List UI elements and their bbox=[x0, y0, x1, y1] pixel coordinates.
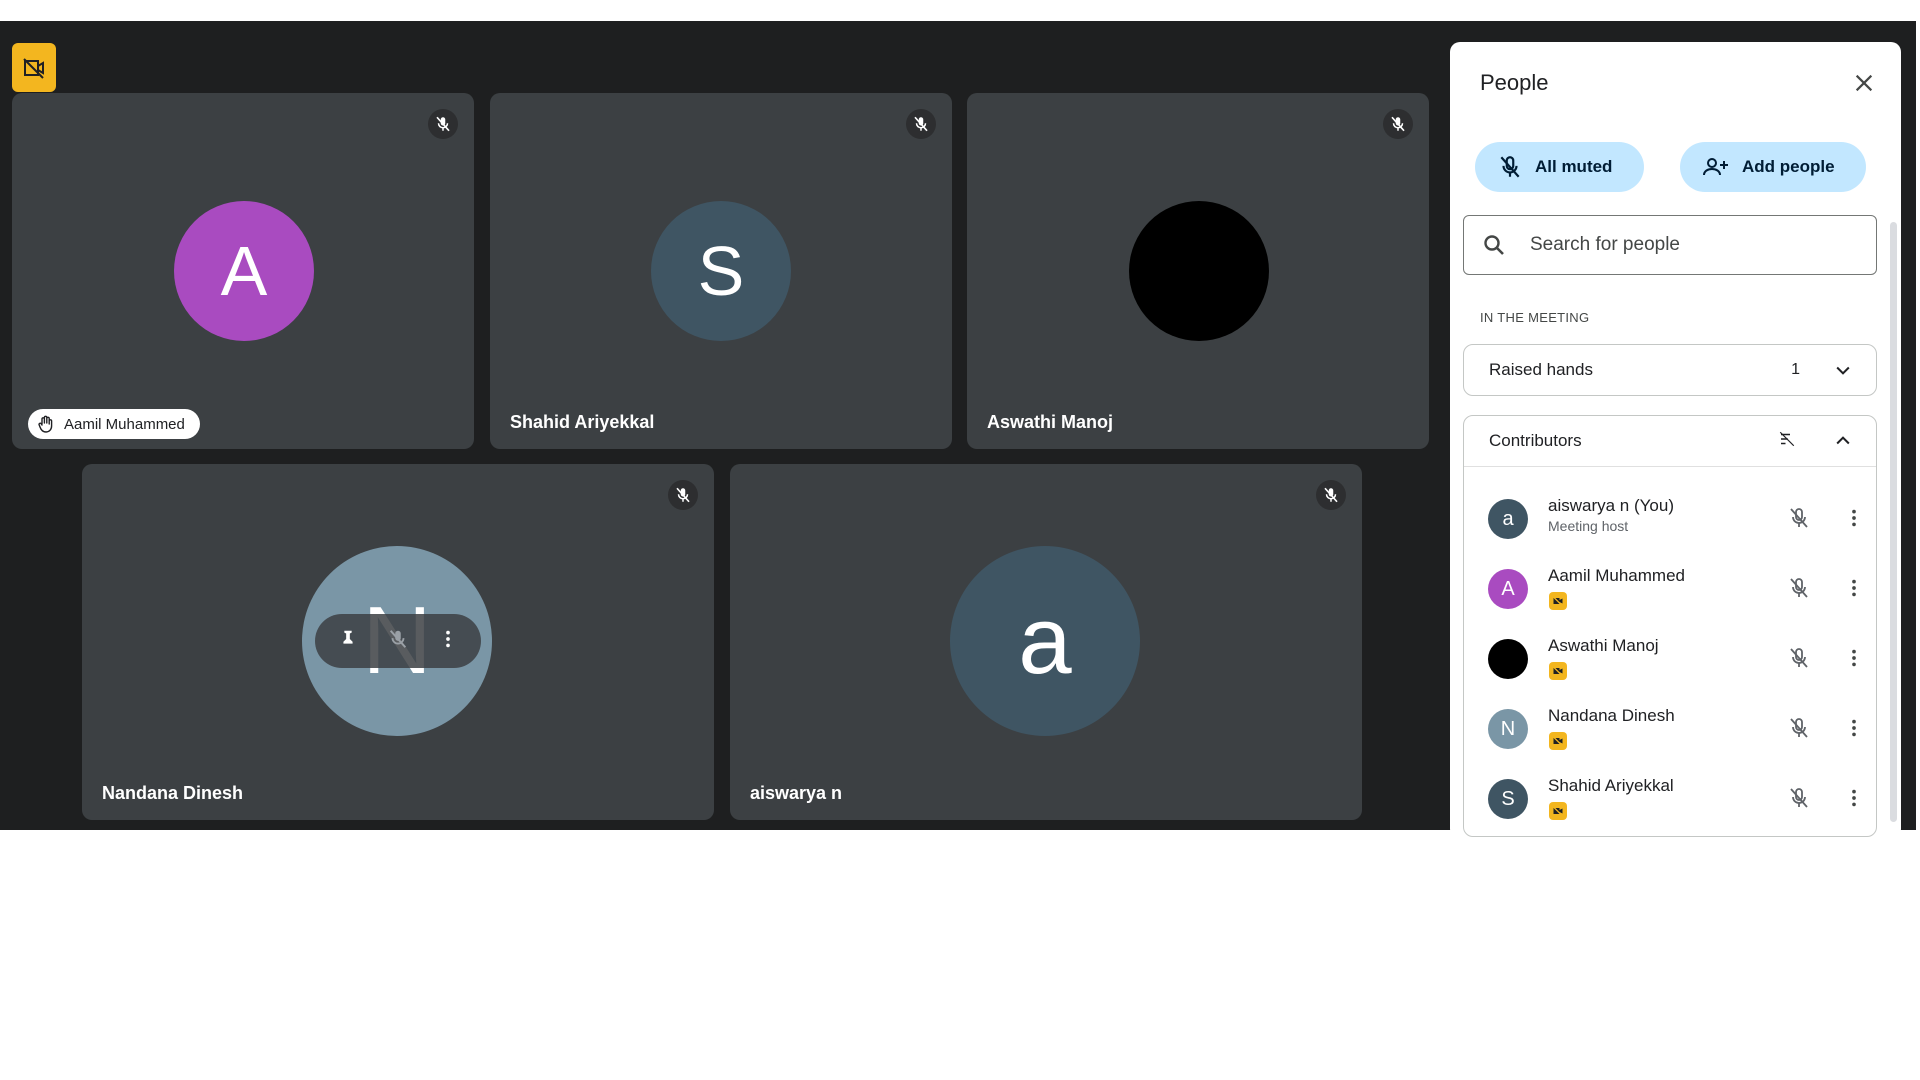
mic-off-icon bbox=[1383, 109, 1413, 139]
participant-name: Shahid Ariyekkal bbox=[1548, 776, 1674, 795]
avatar-initial: a bbox=[1018, 587, 1072, 694]
raised-hands-count: 1 bbox=[1791, 361, 1800, 378]
close-icon[interactable] bbox=[1849, 68, 1879, 98]
all-muted-button[interactable]: All muted bbox=[1475, 142, 1644, 192]
participant-name: Nandana Dinesh bbox=[1548, 706, 1675, 725]
mic-off-icon bbox=[1500, 156, 1520, 178]
participant-tile[interactable]: N Nandana Dinesh bbox=[82, 464, 714, 820]
more-options-icon[interactable] bbox=[1838, 572, 1870, 604]
search-box[interactable] bbox=[1463, 215, 1877, 275]
avatar-initial: N bbox=[1500, 717, 1516, 740]
avatar: S bbox=[1488, 779, 1528, 819]
avatar-initial: S bbox=[697, 232, 745, 310]
participant-name: Aamil Muhammed bbox=[1548, 566, 1685, 585]
participant-name: Aswathi Manoj bbox=[987, 412, 1114, 432]
avatar: a bbox=[950, 546, 1140, 736]
pin-icon[interactable] bbox=[337, 628, 359, 655]
raised-hand-icon bbox=[38, 415, 53, 433]
participant-name: Aswathi Manoj bbox=[1548, 636, 1659, 655]
section-label: IN THE MEETING bbox=[1480, 310, 1590, 325]
mic-off-icon[interactable] bbox=[1783, 642, 1815, 674]
add-people-label: Add people bbox=[1742, 157, 1835, 176]
contributors-header[interactable]: Contributors bbox=[1464, 416, 1876, 467]
mic-off-icon[interactable] bbox=[1783, 782, 1815, 814]
avatar bbox=[1488, 639, 1528, 679]
tile-hover-controls bbox=[315, 614, 481, 668]
avatar: S bbox=[651, 201, 791, 341]
all-muted-label: All muted bbox=[1535, 157, 1613, 176]
scrollbar[interactable] bbox=[1890, 222, 1897, 822]
camera-off-badge-icon bbox=[1549, 802, 1567, 820]
avatar: N bbox=[1488, 709, 1528, 749]
participant-row[interactable]: A Aamil Muhammed bbox=[1463, 552, 1863, 622]
mic-off-icon bbox=[668, 480, 698, 510]
mic-off-icon[interactable] bbox=[1783, 572, 1815, 604]
meeting-stage: A Aamil Muhammed S Shahid Ariyekkal Aswa… bbox=[0, 21, 1916, 839]
more-options-icon[interactable] bbox=[1838, 642, 1870, 674]
avatar-initial: A bbox=[220, 232, 268, 310]
avatar: A bbox=[174, 201, 314, 341]
participant-name: Nandana Dinesh bbox=[102, 783, 244, 803]
search-icon bbox=[1484, 235, 1504, 255]
panel-title: People bbox=[1480, 70, 1549, 95]
participant-row[interactable]: N Nandana Dinesh bbox=[1463, 692, 1863, 762]
group-label: Raised hands bbox=[1489, 360, 1593, 379]
mic-off-icon[interactable] bbox=[1783, 502, 1815, 534]
chevron-down-icon[interactable] bbox=[1830, 357, 1856, 383]
camera-off-icon bbox=[23, 57, 44, 79]
mic-off-icon bbox=[1316, 480, 1346, 510]
sort-icon[interactable] bbox=[1778, 430, 1796, 453]
participant-name: aiswarya n (You) bbox=[1548, 496, 1674, 515]
chevron-up-icon[interactable] bbox=[1830, 428, 1856, 454]
participant-tile[interactable]: S Shahid Ariyekkal bbox=[490, 93, 952, 449]
participant-tile[interactable]: A Aamil Muhammed bbox=[12, 93, 474, 449]
mute-participant-icon[interactable] bbox=[387, 628, 409, 655]
participant-row[interactable]: a aiswarya n (You) Meeting host bbox=[1463, 482, 1863, 552]
add-person-icon bbox=[1703, 158, 1728, 176]
more-options-icon[interactable] bbox=[1838, 712, 1870, 744]
camera-off-badge-icon bbox=[1549, 732, 1567, 750]
participant-name: Shahid Ariyekkal bbox=[510, 412, 655, 432]
avatar bbox=[1129, 201, 1269, 341]
camera-off-badge-icon bbox=[1549, 592, 1567, 610]
mic-off-icon bbox=[906, 109, 936, 139]
add-people-button[interactable]: Add people bbox=[1680, 142, 1866, 192]
participant-name: Aamil Muhammed bbox=[64, 415, 185, 433]
avatar: a bbox=[1488, 499, 1528, 539]
mic-off-icon[interactable] bbox=[1783, 712, 1815, 744]
group-label: Contributors bbox=[1489, 431, 1582, 450]
participant-tile[interactable]: Aswathi Manoj bbox=[967, 93, 1429, 449]
avatar-initial: a bbox=[1502, 507, 1514, 530]
avatar-initial: S bbox=[1501, 787, 1515, 810]
avatar-initial: A bbox=[1501, 577, 1515, 600]
mic-off-icon bbox=[428, 109, 458, 139]
participant-row[interactable]: S Shahid Ariyekkal bbox=[1463, 762, 1863, 832]
recording-indicator[interactable] bbox=[12, 43, 56, 92]
participant-name: aiswarya n bbox=[750, 783, 843, 803]
more-options-icon[interactable] bbox=[1838, 502, 1870, 534]
more-options-icon[interactable] bbox=[1838, 782, 1870, 814]
avatar: A bbox=[1488, 569, 1528, 609]
participant-name-chip: Aamil Muhammed bbox=[28, 409, 200, 439]
camera-off-badge-icon bbox=[1549, 662, 1567, 680]
search-input[interactable] bbox=[1528, 233, 1852, 257]
participant-role: Meeting host bbox=[1548, 518, 1629, 534]
raised-hands-group[interactable]: Raised hands 1 bbox=[1463, 344, 1877, 396]
more-options-icon[interactable] bbox=[437, 628, 459, 655]
participant-tile[interactable]: a aiswarya n bbox=[730, 464, 1362, 820]
participant-row[interactable]: Aswathi Manoj bbox=[1463, 622, 1863, 692]
people-panel: People All muted Add people IN THE MEETI… bbox=[1450, 42, 1901, 839]
